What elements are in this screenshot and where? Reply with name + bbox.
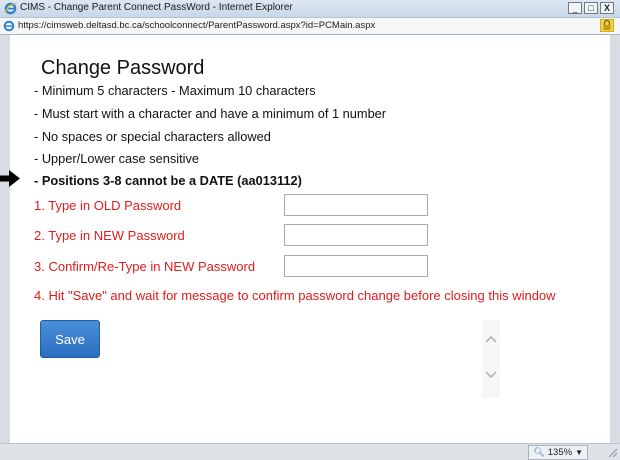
page-content: Change Password - Minimum 5 characters -… [0,35,610,443]
url-text[interactable]: https://cimsweb.deltasd.bc.ca/schoolconn… [18,20,375,31]
minimize-button[interactable]: _ [568,2,582,14]
ie-page-icon [3,20,15,32]
lock-icon[interactable] [600,19,614,32]
zoom-level: 135% [547,447,573,458]
chevron-down-icon[interactable]: ▼ [575,446,583,459]
chevron-up-icon[interactable] [485,334,497,344]
chevron-down-icon[interactable] [485,370,497,380]
window-title: CIMS - Change Parent Connect PassWord - … [20,2,293,13]
new-password-label: 2. Type in NEW Password [34,228,185,243]
new-password-input[interactable] [284,224,428,246]
rule-start-character: - Must start with a character and have a… [34,106,387,121]
old-password-label: 1. Type in OLD Password [34,198,182,213]
window-controls: _ □ X [568,2,614,14]
internet-explorer-icon [4,2,17,15]
title-bar: CIMS - Change Parent Connect PassWord - … [0,0,620,18]
status-bar: 🔍︎ 135% ▼ [0,443,620,460]
page-title: Change Password [41,57,205,79]
save-instruction: 4. Hit "Save" and wait for message to co… [34,288,556,303]
save-button[interactable]: Save [40,320,100,358]
close-button[interactable]: X [600,2,614,14]
confirm-password-label: 3. Confirm/Re-Type in NEW Password [34,259,256,274]
rule-no-special-characters: - No spaces or special characters allowe… [34,129,271,144]
rule-case-sensitive: - Upper/Lower case sensitive [34,151,200,166]
resize-grip-icon[interactable] [607,447,617,457]
rule-length: - Minimum 5 characters - Maximum 10 char… [34,83,316,98]
address-bar[interactable]: https://cimsweb.deltasd.bc.ca/schoolconn… [0,18,620,35]
rule-no-date: - Positions 3-8 cannot be a DATE (aa0131… [34,173,302,188]
zoom-control[interactable]: 🔍︎ 135% ▼ [528,445,588,460]
browser-window: CIMS - Change Parent Connect PassWord - … [0,0,620,460]
zoom-icon: 🔍︎ [533,447,545,457]
old-password-input[interactable] [284,194,428,216]
scrollbar[interactable] [482,320,500,398]
maximize-button[interactable]: □ [584,2,598,14]
arrow-right-icon [0,170,20,187]
confirm-password-input[interactable] [284,255,428,277]
